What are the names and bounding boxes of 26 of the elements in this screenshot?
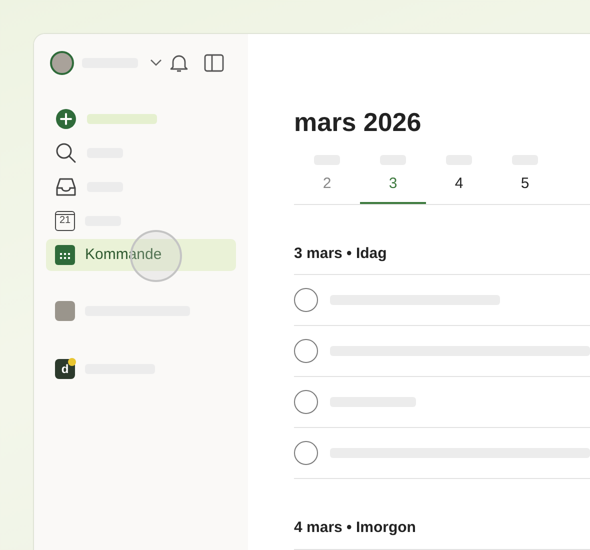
- search-icon: [55, 142, 77, 164]
- day-tab[interactable]: 4: [426, 155, 492, 204]
- avatar: [50, 51, 74, 75]
- task-checkbox[interactable]: [294, 390, 318, 414]
- nav-item[interactable]: Kommande: [46, 239, 236, 271]
- day-tab[interactable]: 5: [492, 155, 558, 204]
- task-checkbox[interactable]: [294, 339, 318, 363]
- calendar-grid-icon: [55, 245, 75, 265]
- section-heading: 4 mars • Imorgon: [294, 517, 590, 550]
- month-title: mars 2026: [294, 107, 422, 137]
- team-icon: d: [55, 359, 75, 379]
- task-checkbox[interactable]: [294, 441, 318, 465]
- placeholder-bar: [87, 114, 157, 124]
- task-checkbox[interactable]: [294, 288, 318, 312]
- chevron-down-icon[interactable]: [150, 59, 162, 67]
- avatar: [55, 301, 75, 321]
- nav-label: Kommande: [85, 244, 162, 265]
- bell-icon[interactable]: [170, 53, 188, 73]
- plus-icon: [55, 108, 77, 130]
- day-tab[interactable]: 3: [360, 155, 426, 204]
- nav-item[interactable]: 21: [46, 205, 236, 237]
- section-heading: 3 mars • Idag: [294, 242, 590, 275]
- calendar-icon: 21: [55, 211, 75, 231]
- day-tab[interactable]: 2: [294, 155, 360, 204]
- sidebar-toggle-icon[interactable]: [204, 54, 224, 72]
- tray-icon: [55, 176, 77, 198]
